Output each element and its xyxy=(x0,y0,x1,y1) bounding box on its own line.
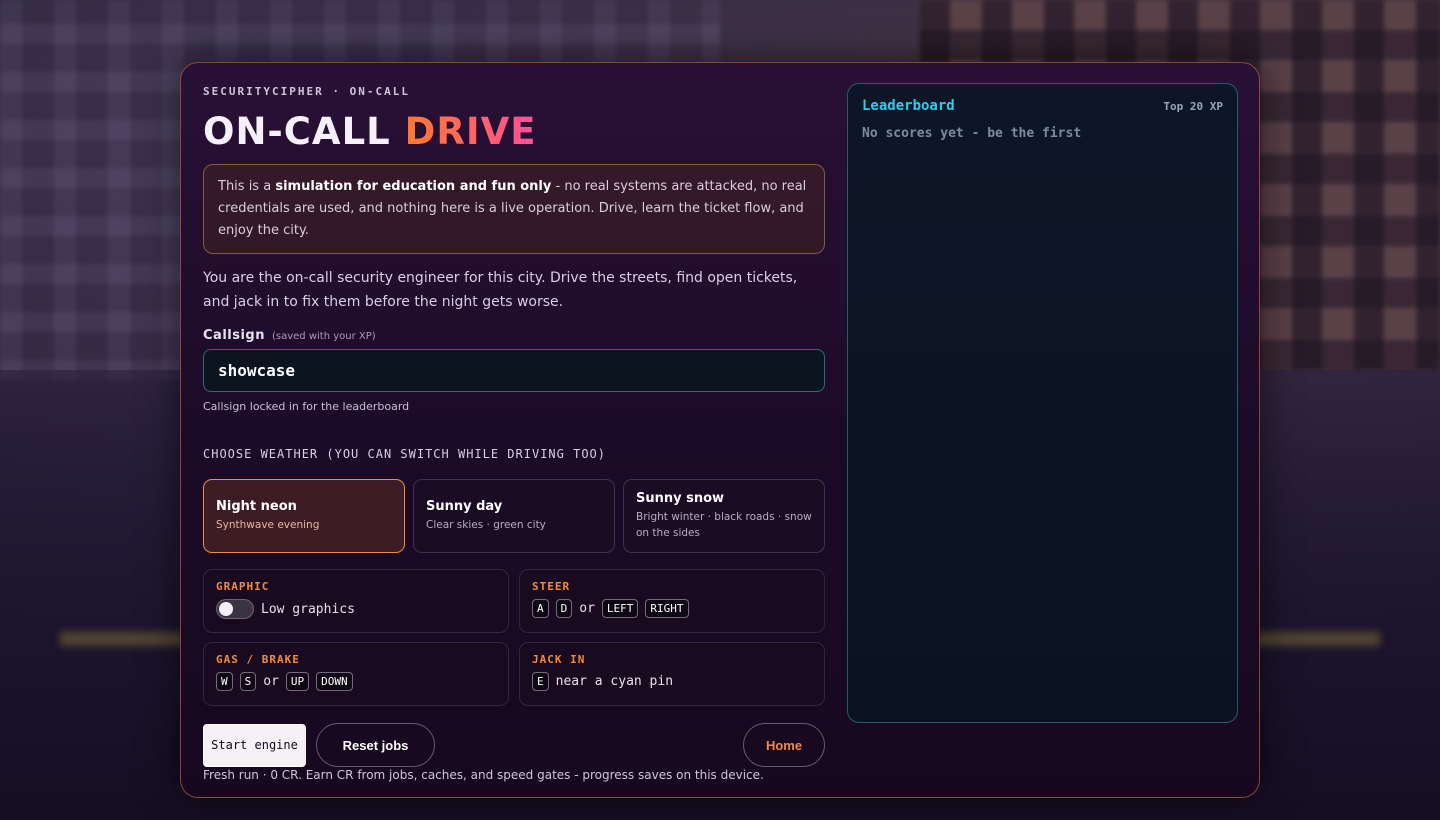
leaderboard-panel: Leaderboard Top 20 XP No scores yet - be… xyxy=(847,83,1238,723)
steer-label: STEER xyxy=(532,580,571,593)
title-part-2: DRIVE xyxy=(404,110,537,153)
simulation-notice: This is a simulation for education and f… xyxy=(203,164,825,254)
key-down: DOWN xyxy=(316,672,353,691)
start-engine-button[interactable]: Start engine xyxy=(203,723,306,767)
graphic-label: GRAPHIC xyxy=(216,580,270,593)
start-modal: SECURITYCIPHER · ON-CALL ON-CALL DRIVE T… xyxy=(180,62,1260,798)
weather-option-night-neon[interactable]: Night neon Synthwave evening xyxy=(203,479,405,553)
action-row: Start engine Reset jobs Home xyxy=(203,723,825,767)
reset-jobs-button[interactable]: Reset jobs xyxy=(316,723,435,767)
key-s: S xyxy=(239,672,257,691)
steer-control: STEER A D or LEFT RIGHT xyxy=(519,569,825,633)
weather-heading: CHOOSE WEATHER (YOU CAN SWITCH WHILE DRI… xyxy=(203,447,607,461)
jack-in-keys: E near a cyan pin xyxy=(532,672,812,691)
weather-option-desc: Synthwave evening xyxy=(216,519,320,531)
key-w: W xyxy=(216,672,233,691)
start-panel: SECURITYCIPHER · ON-CALL ON-CALL DRIVE T… xyxy=(203,85,825,782)
key-right: RIGHT xyxy=(645,599,689,618)
weather-option-sunny-snow[interactable]: Sunny snow Bright winter · black roads ·… xyxy=(623,479,825,553)
gas-brake-label: GAS / BRAKE xyxy=(216,653,300,666)
callsign-label-row: Callsign (saved with your XP) xyxy=(203,328,825,343)
leaderboard-empty-state: No scores yet - be the first xyxy=(862,126,1082,141)
weather-option-name: Sunny day xyxy=(426,499,503,514)
callsign-hint: (saved with your XP) xyxy=(271,331,376,342)
backdrop-road-light xyxy=(1240,632,1380,646)
title-part-1: ON-CALL xyxy=(203,110,391,153)
weather-option-desc: Clear skies · green city xyxy=(426,519,546,531)
weather-option-name: Sunny snow xyxy=(636,491,725,506)
game-title: ON-CALL DRIVE xyxy=(203,110,825,154)
or-text: or xyxy=(579,601,595,616)
jack-in-control: JACK IN E near a cyan pin xyxy=(519,642,825,706)
low-graphics-label: Low graphics xyxy=(261,601,355,617)
jack-in-text: near a cyan pin xyxy=(555,674,674,689)
key-e: E xyxy=(532,672,549,691)
leaderboard-title: Leaderboard xyxy=(862,98,955,114)
callsign-status: Callsign locked in for the leaderboard xyxy=(203,400,410,413)
leaderboard-header: Leaderboard Top 20 XP xyxy=(862,98,1223,114)
weather-option-name: Night neon xyxy=(216,499,297,514)
home-button[interactable]: Home xyxy=(743,723,825,767)
graphic-body: Low graphics xyxy=(216,599,496,619)
callsign-label: Callsign xyxy=(203,328,265,343)
jack-in-label: JACK IN xyxy=(532,653,586,666)
or-text: or xyxy=(263,674,279,689)
gas-brake-keys: W S or UP DOWN xyxy=(216,672,496,691)
run-info: Fresh run · 0 CR. Earn CR from jobs, cac… xyxy=(203,768,764,782)
notice-prefix: This is a xyxy=(218,179,276,194)
weather-option-sunny-day[interactable]: Sunny day Clear skies · green city xyxy=(413,479,615,553)
graphic-control: GRAPHIC Low graphics xyxy=(203,569,509,633)
eyebrow: SECURITYCIPHER · ON-CALL xyxy=(203,85,410,98)
key-left: LEFT xyxy=(601,599,639,618)
backdrop-road-light xyxy=(60,632,200,646)
intro-text: You are the on-call security engineer fo… xyxy=(203,270,798,310)
notice-bold: simulation for education and fun only xyxy=(275,179,552,194)
key-d: D xyxy=(555,599,573,618)
controls-grid: GRAPHIC Low graphics STEER A D or LEFT R… xyxy=(203,569,825,706)
low-graphics-toggle[interactable] xyxy=(216,599,254,619)
callsign-input[interactable] xyxy=(203,349,825,392)
toggle-knob xyxy=(219,602,233,616)
steer-keys: A D or LEFT RIGHT xyxy=(532,599,812,618)
weather-option-desc: Bright winter · black roads · snow on th… xyxy=(636,511,812,539)
gas-brake-control: GAS / BRAKE W S or UP DOWN xyxy=(203,642,509,706)
weather-options: Night neon Synthwave evening Sunny day C… xyxy=(203,479,825,553)
key-a: A xyxy=(532,599,549,618)
leaderboard-scope: Top 20 XP xyxy=(1163,100,1223,113)
key-up: UP xyxy=(285,672,310,691)
